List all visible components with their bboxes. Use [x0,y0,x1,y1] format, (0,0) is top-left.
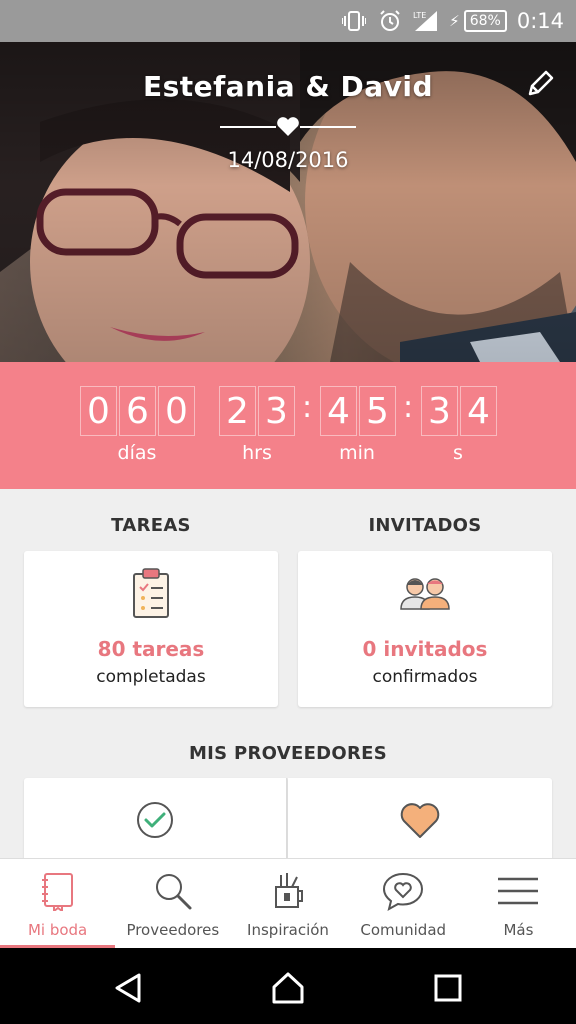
countdown-seconds: 3 4 [421,386,497,436]
system-navigation-bar [0,948,576,1024]
countdown-label-days: días [117,442,157,464]
tasks-count: 80 tareas [97,637,205,661]
guests-count: 0 invitados [362,637,488,661]
couple-photo-header: Estefania & David 14/08/2016 [0,42,576,362]
wedding-countdown: 0 6 0 2 3 : 4 5 : 3 4 días hrs min s [0,362,576,489]
countdown-separator: : [403,390,414,425]
menu-icon [496,869,540,913]
countdown-label-seconds: s [453,442,463,464]
nav-proveedores[interactable]: Proveedores [115,859,230,948]
heart-divider [220,117,356,136]
nav-inspiracion[interactable]: Inspiración [230,859,345,948]
nav-label: Comunidad [360,921,447,939]
home-icon[interactable] [268,968,308,1008]
countdown-digit: 4 [460,386,497,436]
providers-favorites-card[interactable] [288,778,552,858]
nav-label: Proveedores [126,921,220,939]
clipboard-icon [133,568,169,618]
battery-indicator: ⚡ 68% [449,10,507,32]
countdown-digit: 3 [421,386,458,436]
tasks-subtitle: completadas [96,667,206,687]
search-icon [151,869,195,913]
guests-card[interactable]: 0 invitados confirmados [298,551,552,707]
brush-cup-icon [266,869,310,913]
countdown-days: 0 6 0 [80,386,195,436]
guests-title: INVITADOS [368,515,482,536]
alarm-icon [377,8,403,34]
check-circle-icon [137,802,173,838]
battery-level: 68% [463,10,507,32]
providers-title: MIS PROVEEDORES [188,743,388,764]
edit-pencil-icon[interactable] [524,68,556,100]
notebook-icon [36,869,80,913]
tasks-title: TAREAS [111,515,191,536]
guests-icon [400,578,450,610]
nav-mi-boda[interactable]: Mi boda [0,859,116,948]
nav-comunidad[interactable]: Comunidad [346,859,461,948]
heart-icon [400,803,440,838]
status-bar: LTE ⚡ 68% 0:14 [0,0,576,42]
network-type: LTE [413,11,426,20]
clock: 0:14 [516,9,564,33]
tasks-card[interactable]: 80 tareas completadas [24,551,278,707]
countdown-digit: 2 [219,386,256,436]
countdown-digit: 6 [119,386,156,436]
countdown-digit: 0 [158,386,195,436]
bottom-navigation: Mi boda Proveedores Inspiración Comunida… [0,858,576,948]
nav-label: Más [503,921,534,939]
nav-mas[interactable]: Más [461,859,576,948]
countdown-hours: 2 3 [219,386,295,436]
signal-icon: LTE [413,8,439,34]
countdown-separator: : [302,390,313,425]
wedding-date: 14/08/2016 [227,148,349,172]
countdown-digit: 3 [258,386,295,436]
countdown-digit: 5 [359,386,396,436]
recents-icon[interactable] [428,968,468,1008]
guests-subtitle: confirmados [372,667,478,687]
back-icon[interactable] [108,968,148,1008]
vibrate-icon [341,8,367,34]
providers-booked-card[interactable] [24,778,287,858]
countdown-minutes: 4 5 [320,386,396,436]
couple-names: Estefania & David [142,70,434,103]
nav-label: Inspiración [247,921,329,939]
charging-icon: ⚡ [449,12,460,30]
chat-heart-icon [381,869,425,913]
countdown-digit: 4 [320,386,357,436]
nav-label: Mi boda [27,921,88,939]
countdown-digit: 0 [80,386,117,436]
